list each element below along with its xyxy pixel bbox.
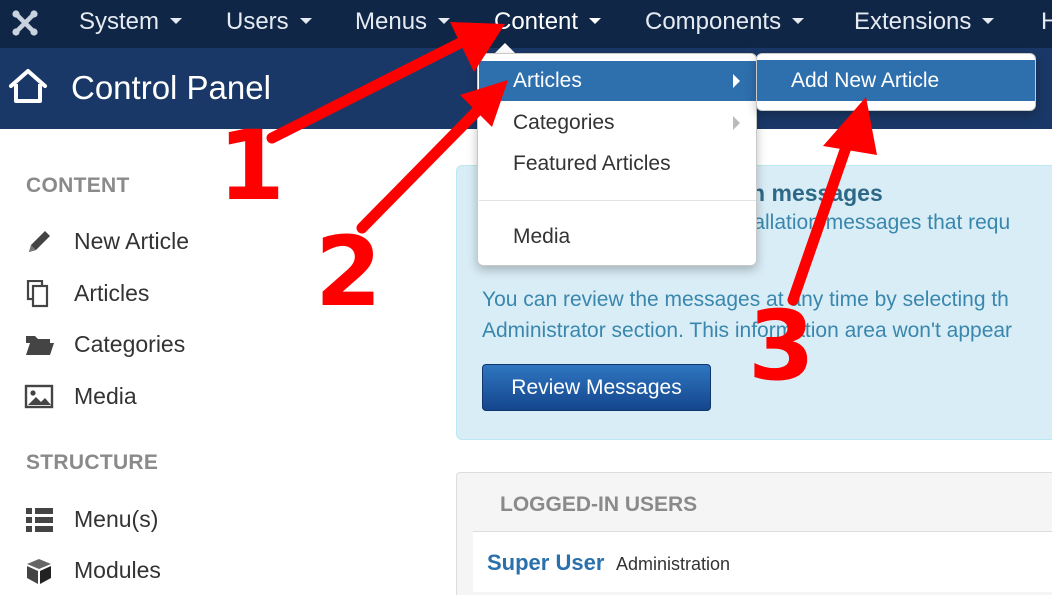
content-dropdown-menu: Articles Categories Featured Articles Me…: [477, 53, 757, 266]
menu-item-featured-articles[interactable]: Featured Articles: [479, 144, 756, 184]
sidebar-item-menus[interactable]: Menu(s): [24, 502, 264, 538]
caret-down-icon: [170, 17, 183, 24]
review-messages-button[interactable]: Review Messages: [482, 364, 711, 411]
caret-down-icon: [792, 17, 805, 24]
folder-open-icon: [24, 331, 56, 359]
caret-right-icon: [733, 116, 740, 130]
caret-down-icon: [438, 17, 451, 24]
nav-users[interactable]: Users: [226, 0, 312, 48]
menu-item-label: Articles: [513, 69, 582, 92]
menu-item-label: Featured Articles: [513, 152, 671, 175]
nav-content-label: Content: [494, 8, 579, 35]
list-icon: [24, 506, 56, 534]
pencil-icon: [24, 228, 56, 256]
menu-item-add-new-article[interactable]: Add New Article: [757, 60, 1035, 101]
nav-menus-label: Menus: [355, 8, 428, 35]
nav-system-label: System: [79, 8, 160, 35]
user-name-link[interactable]: Super User: [487, 550, 604, 576]
cube-icon: [24, 557, 56, 585]
page-title: Control Panel: [71, 69, 271, 106]
annotation-step-2: 2: [315, 216, 382, 328]
nav-help-label: H: [1041, 8, 1052, 35]
nav-components-label: Components: [645, 8, 782, 35]
nav-help[interactable]: H: [1041, 0, 1052, 48]
sidebar-item-label: New Article: [74, 228, 190, 254]
caret-down-icon: [589, 17, 602, 24]
alert-text-line: You can review the messages at any time …: [482, 288, 1009, 311]
sidebar-item-label: Menu(s): [74, 506, 159, 532]
caret-down-icon: [982, 17, 995, 24]
nav-system[interactable]: System: [79, 0, 183, 48]
annotation-step-1: 1: [218, 110, 285, 222]
menu-item-categories[interactable]: Categories: [479, 103, 756, 143]
list-item: Super User Administration: [473, 532, 1052, 592]
sidebar-item-media[interactable]: Media: [24, 379, 264, 415]
menu-item-label: Categories: [513, 111, 615, 134]
caret-down-icon: [299, 17, 312, 24]
nav-extensions[interactable]: Extensions: [854, 0, 995, 48]
joomla-logo-icon[interactable]: [8, 6, 42, 40]
copy-icon: [24, 279, 56, 308]
panel-heading: LOGGED-IN USERS: [500, 493, 698, 516]
menu-item-label: Media: [513, 225, 571, 248]
nav-extensions-label: Extensions: [854, 8, 972, 35]
sidebar-item-label: Articles: [74, 280, 150, 306]
alert-title: on messages: [737, 180, 883, 206]
menu-item-media[interactable]: Media: [479, 217, 756, 257]
caret-right-icon: [733, 74, 740, 88]
annotation-step-3: 3: [748, 290, 815, 402]
sidebar-item-label: Media: [74, 383, 137, 409]
user-role: Administration: [616, 554, 731, 574]
logged-in-users-panel: LOGGED-IN USERS Super User Administratio…: [456, 472, 1052, 595]
sidebar-item-modules[interactable]: Modules: [24, 553, 264, 589]
sidebar-item-label: Modules: [74, 557, 161, 583]
sidebar-item-new-article[interactable]: New Article: [24, 224, 264, 260]
menu-item-label: Add New Article: [791, 69, 940, 92]
menu-item-articles[interactable]: Articles: [479, 61, 756, 101]
sidebar-item-categories[interactable]: Categories: [24, 327, 264, 363]
alert-text-line: stallation messages that requ: [737, 211, 1011, 234]
sidebar-heading-content: CONTENT: [26, 174, 130, 197]
nav-content[interactable]: Content: [494, 0, 602, 48]
sidebar-item-label: Categories: [74, 331, 186, 357]
top-navbar: System Users Menus Content Components Ex…: [0, 0, 1052, 48]
nav-components[interactable]: Components: [645, 0, 805, 48]
sidebar-heading-structure: STRUCTURE: [26, 451, 159, 474]
nav-users-label: Users: [226, 8, 289, 35]
menu-divider: [479, 200, 756, 201]
articles-submenu: Add New Article: [756, 53, 1036, 111]
nav-menus[interactable]: Menus: [355, 0, 451, 48]
dropdown-pointer: [495, 43, 515, 53]
home-icon: [8, 68, 48, 104]
image-icon: [24, 383, 56, 411]
sidebar-item-articles[interactable]: Articles: [24, 276, 264, 312]
